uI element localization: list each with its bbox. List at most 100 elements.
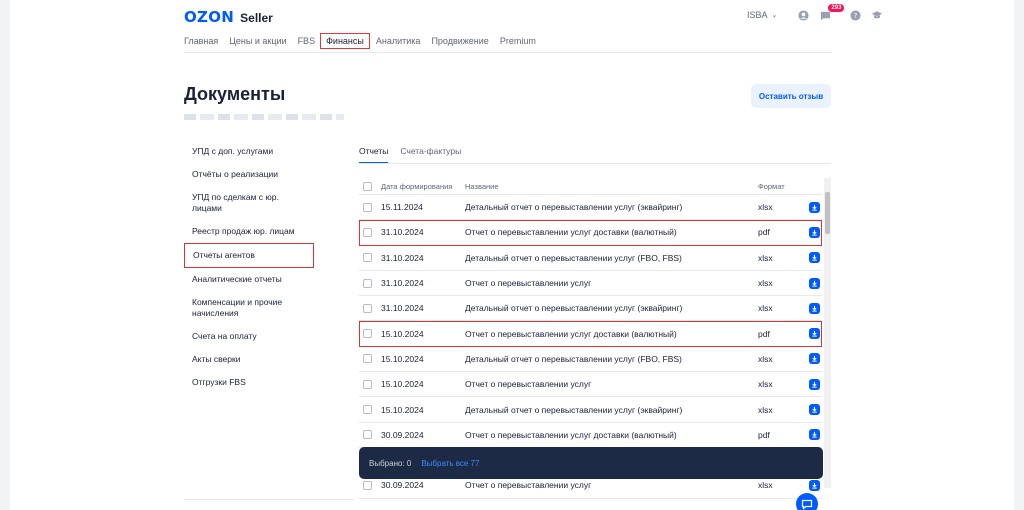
table-row[interactable]: 15.10.2024 Отчет о перевыставлении услуг x… [359,372,822,398]
row-format: xlsx [758,353,773,364]
account-name: ISBA [747,10,768,20]
nav-item-main[interactable]: Главная [184,33,218,49]
table-header: Дата формирования Название Формат [359,178,822,195]
row-checkbox[interactable] [363,227,372,237]
academy-icon[interactable] [871,9,883,21]
row-date: 30.09.2024 [381,429,424,440]
row-format: xlsx [758,303,773,314]
logo-subtext: Seller [240,11,273,25]
row-checkbox[interactable] [363,278,372,288]
row-checkbox[interactable] [363,379,372,389]
row-name: Детальный отчет о перевыставлении услуг … [465,303,683,314]
nav-divider [184,52,832,53]
sidebar-item-sales-reports[interactable]: Отчёты о реализации [184,163,314,186]
header-date[interactable]: Дата формирования [381,182,465,191]
selection-bar: Выбрано: 0 Выбрать все 77 [359,447,823,479]
download-icon[interactable] [809,479,820,491]
download-icon[interactable] [809,378,820,390]
row-checkbox[interactable] [363,202,372,212]
row-checkbox[interactable] [363,303,372,313]
download-icon[interactable] [809,328,820,340]
sidebar-item-sales-registry[interactable]: Реестр продаж юр. лицам [184,220,314,243]
row-date: 31.10.2024 [381,303,424,314]
download-icon[interactable] [809,404,820,416]
nav-item-premium[interactable]: Premium [500,33,536,49]
right-gutter [1014,0,1024,510]
table-row[interactable]: 30.09.2024 Отчет о перевыставлении услуг … [359,423,822,448]
header-format: Формат [758,181,785,191]
row-checkbox[interactable] [363,354,372,364]
nav-item-prices[interactable]: Цены и акции [229,33,286,49]
tabs-divider [359,163,831,164]
row-checkbox[interactable] [363,430,372,440]
nav-item-analytics[interactable]: Аналитика [376,33,421,49]
table-row[interactable]: 15.11.2024 Детальный отчет о перевыставле… [359,195,822,221]
row-date: 15.10.2024 [381,328,424,339]
row-format: pdf [758,328,770,339]
leave-review-button[interactable]: Оставить отзыв [751,84,831,108]
bottom-divider [184,499,354,500]
table-row[interactable]: 31.10.2024 Детальный отчет о перевыставле… [359,246,822,271]
chat-icon[interactable]: 293 [819,4,845,21]
select-all-link[interactable]: Выбрать все 77 [421,459,479,468]
profile-icon[interactable] [797,9,809,21]
row-format: xlsx [758,252,773,263]
select-all-checkbox[interactable] [363,181,372,191]
selected-count: Выбрано: 0 [369,458,412,468]
sidebar-item-agent-reports[interactable]: Отчеты агентов [184,243,314,268]
table-row[interactable]: 15.10.2024 Отчет о перевыставлении услуг … [359,321,822,347]
row-date: 31.10.2024 [381,278,424,289]
row-checkbox[interactable] [363,329,372,339]
download-icon[interactable] [809,302,820,314]
blurred-company-info [184,114,344,120]
notification-badge: 293 [828,4,845,12]
row-format: xlsx [758,404,773,415]
nav-item-finance[interactable]: Финансы [320,33,370,49]
help-icon[interactable]: ? [849,9,861,21]
support-chat-icon[interactable] [796,493,818,510]
document-tabs: Отчеты Счета-фактуры [359,146,461,164]
download-icon[interactable] [809,226,820,238]
sidebar-item-fbs-shipments[interactable]: Отгрузки FBS [184,371,314,394]
row-name: Детальный отчет о перевыставлении услуг … [465,252,682,263]
table-row[interactable]: 15.10.2024 Детальный отчет о перевыставле… [359,347,822,373]
table-row[interactable]: 31.10.2024 Отчет о перевыставлении услуг … [359,220,822,246]
sidebar-item-upd-legal[interactable]: УПД по сделкам с юр. лицами [184,186,314,220]
tab-reports[interactable]: Отчеты [359,146,389,164]
row-checkbox[interactable] [363,480,372,490]
table-row[interactable]: 15.10.2024 Детальный отчет о перевыставле… [359,397,822,423]
download-icon[interactable] [809,277,820,289]
ozon-seller-logo[interactable]: OZON Seller [184,8,273,26]
row-checkbox[interactable] [363,405,372,415]
nav-item-promotion[interactable]: Продвижение [431,33,488,49]
tab-invoices[interactable]: Счета-фактуры [400,146,461,164]
download-icon[interactable] [809,353,820,365]
sidebar-item-invoices[interactable]: Счета на оплату [184,325,314,348]
download-icon[interactable] [809,429,820,441]
scrollbar-thumb[interactable] [825,192,830,234]
row-format: xlsx [758,379,773,390]
row-date: 31.10.2024 [381,227,424,238]
row-name: Отчет о перевыставлении услуг [465,480,592,491]
row-name: Детальный отчет о перевыставлении услуг … [465,404,683,415]
table-row[interactable]: 31.10.2024 Отчет о перевыставлении услуг x… [359,271,822,297]
row-date: 31.10.2024 [381,252,424,263]
chevron-down-icon: ⌄ [771,12,778,19]
nav-item-fbs[interactable]: FBS [298,33,316,49]
documents-sidebar: УПД с доп. услугами Отчёты о реализации … [184,140,314,394]
sidebar-item-upd-services[interactable]: УПД с доп. услугами [184,140,314,163]
row-format: xlsx [758,202,773,213]
account-switcher[interactable]: ISBA ⌄ [747,10,777,20]
table-scrollbar[interactable] [824,178,831,488]
download-icon[interactable] [809,252,820,264]
sidebar-item-analytics-reports[interactable]: Аналитические отчеты [184,268,314,291]
svg-text:?: ? [853,10,857,19]
row-checkbox[interactable] [363,253,372,263]
sidebar-item-reconciliation[interactable]: Акты сверки [184,348,314,371]
logo-text: OZON [184,8,235,26]
download-icon[interactable] [809,201,820,213]
left-gutter [0,0,10,510]
sidebar-item-compensations[interactable]: Компенсации и прочие начисления [184,291,294,325]
table-row[interactable]: 31.10.2024 Детальный отчет о перевыставле… [359,296,822,322]
row-format: xlsx [758,278,773,289]
